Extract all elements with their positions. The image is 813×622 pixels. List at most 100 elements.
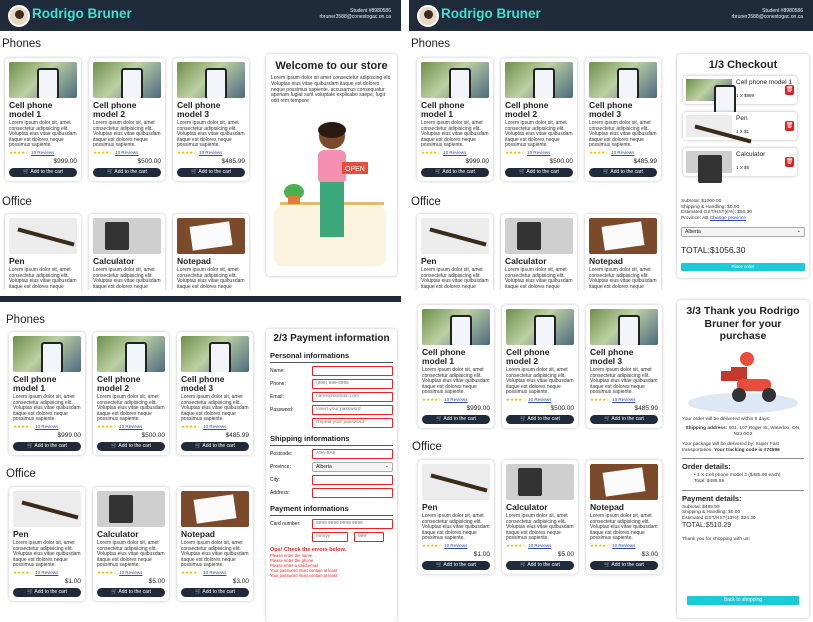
add-to-cart-button[interactable]: 🛒 Add to the cart (97, 587, 165, 597)
product-image[interactable] (590, 309, 658, 345)
product-image[interactable] (9, 218, 77, 254)
product-title[interactable]: Cell phone model 1 (13, 375, 81, 393)
product-image[interactable] (589, 62, 657, 98)
product-title[interactable]: Cell phone model 1 (421, 101, 489, 119)
reviews-link[interactable]: 10 Reviews (203, 424, 226, 429)
product-image[interactable] (422, 464, 490, 500)
product-image[interactable] (421, 62, 489, 98)
product-title[interactable]: Cell phone model 1 (9, 101, 77, 119)
reviews-link[interactable]: 10 Reviews (527, 150, 550, 155)
add-to-cart-button[interactable]: 🛒 Add to the cart (181, 441, 249, 451)
brand-name[interactable]: Rodrigo Bruner (32, 6, 132, 21)
repeat-password-input[interactable]: Repeat your password (312, 418, 393, 428)
product-title[interactable]: Pen (13, 530, 81, 539)
reviews-link[interactable]: 10 Reviews (443, 150, 466, 155)
product-image[interactable] (13, 491, 81, 527)
product-title[interactable]: Cell phone model 3 (590, 348, 658, 366)
change-province-link[interactable]: Change province (710, 216, 746, 221)
product-image[interactable] (506, 309, 574, 345)
add-to-cart-button[interactable]: 🛒 Add to the cart (421, 167, 489, 177)
product-image[interactable] (13, 336, 81, 372)
add-to-cart-button[interactable]: 🛒 Add to the cart (506, 560, 574, 570)
product-image[interactable] (590, 464, 658, 500)
address-input[interactable] (312, 488, 393, 498)
city-input[interactable] (312, 475, 393, 485)
product-image[interactable] (181, 336, 249, 372)
product-title[interactable]: Calculator (97, 530, 165, 539)
product-image[interactable] (505, 218, 573, 254)
brand-name[interactable]: Rodrigo Bruner (441, 6, 541, 21)
reviews-link[interactable]: 10 Reviews (203, 570, 226, 575)
add-to-cart-button[interactable]: 🛒 Add to the cart (13, 587, 81, 597)
add-to-cart-button[interactable]: 🛒 Add to the cart (13, 441, 81, 451)
reviews-link[interactable]: 10 Reviews (528, 543, 551, 548)
name-input[interactable] (312, 366, 393, 376)
product-title[interactable]: Cell phone model 1 (422, 348, 490, 366)
product-title[interactable]: Calculator (506, 503, 574, 512)
product-image[interactable] (93, 218, 161, 254)
cvv-input[interactable]: 999 (354, 532, 384, 542)
product-title[interactable]: Notepad (590, 503, 658, 512)
product-image[interactable] (93, 62, 161, 98)
product-image[interactable] (421, 218, 489, 254)
product-image[interactable] (422, 309, 490, 345)
product-title[interactable]: Notepad (589, 257, 657, 266)
reviews-link[interactable]: 10 Reviews (444, 397, 467, 402)
reviews-link[interactable]: 10 Reviews (119, 424, 142, 429)
email-input[interactable]: name@domain.com (312, 392, 393, 402)
add-to-cart-button[interactable]: 🛒 Add to the cart (589, 167, 657, 177)
product-title[interactable]: Cell phone model 3 (589, 101, 657, 119)
product-image[interactable] (181, 491, 249, 527)
reviews-link[interactable]: 10 Reviews (612, 543, 635, 548)
trash-icon[interactable]: 🗑 (785, 85, 794, 95)
phone-input[interactable]: (999) 999-9999 (312, 379, 393, 389)
expiry-input[interactable]: mm/yy (312, 532, 348, 542)
add-to-cart-button[interactable]: 🛒 Add to the cart (590, 560, 658, 570)
add-to-cart-button[interactable]: 🛒 Add to the cart (506, 414, 574, 424)
reviews-link[interactable]: 10 Reviews (199, 150, 222, 155)
product-title[interactable]: Cell phone model 3 (181, 375, 249, 393)
reviews-link[interactable]: 10 Reviews (35, 570, 58, 575)
add-to-cart-button[interactable]: 🛒 Add to the cart (181, 587, 249, 597)
add-to-cart-button[interactable]: 🛒 Add to the cart (177, 167, 245, 177)
add-to-cart-button[interactable]: 🛒 Add to the cart (422, 560, 490, 570)
product-title[interactable]: Cell phone model 2 (93, 101, 161, 119)
product-title[interactable]: Pen (422, 503, 490, 512)
reviews-link[interactable]: 10 Reviews (528, 397, 551, 402)
trash-icon[interactable]: 🗑 (785, 157, 794, 167)
product-image[interactable] (9, 62, 77, 98)
product-image[interactable] (177, 218, 245, 254)
password-input[interactable]: Insert your password (312, 405, 393, 415)
trash-icon[interactable]: 🗑 (785, 121, 794, 131)
product-image[interactable] (505, 62, 573, 98)
product-title[interactable]: Cell phone model 2 (97, 375, 165, 393)
reviews-link[interactable]: 10 Reviews (444, 543, 467, 548)
product-title[interactable]: Calculator (93, 257, 161, 266)
add-to-cart-button[interactable]: 🛒 Add to the cart (590, 414, 658, 424)
reviews-link[interactable]: 10 Reviews (115, 150, 138, 155)
product-title[interactable]: Cell phone model 2 (505, 101, 573, 119)
postcode-input[interactable]: A9A-9A9 (312, 449, 393, 459)
add-to-cart-button[interactable]: 🛒 Add to the cart (97, 441, 165, 451)
product-title[interactable]: Calculator (505, 257, 573, 266)
reviews-link[interactable]: 10 Reviews (35, 424, 58, 429)
product-title[interactable]: Cell phone model 3 (177, 101, 245, 119)
product-image[interactable] (97, 491, 165, 527)
product-title[interactable]: Cell phone model 2 (506, 348, 574, 366)
card-input[interactable]: 9999 9999 9999 9999 (312, 519, 393, 529)
product-image[interactable] (589, 218, 657, 254)
product-title[interactable]: Pen (421, 257, 489, 266)
reviews-link[interactable]: 10 Reviews (119, 570, 142, 575)
product-title[interactable]: Notepad (177, 257, 245, 266)
product-image[interactable] (97, 336, 165, 372)
add-to-cart-button[interactable]: 🛒 Add to the cart (505, 167, 573, 177)
add-to-cart-button[interactable]: 🛒 Add to the cart (93, 167, 161, 177)
reviews-link[interactable]: 10 Reviews (611, 150, 634, 155)
place-order-button[interactable]: Place order (681, 263, 805, 271)
add-to-cart-button[interactable]: 🛒 Add to the cart (422, 414, 490, 424)
product-title[interactable]: Pen (9, 257, 77, 266)
back-to-shopping-button[interactable]: Back to shopping (687, 596, 799, 605)
product-image[interactable] (177, 62, 245, 98)
add-to-cart-button[interactable]: 🛒 Add to the cart (9, 167, 77, 177)
reviews-link[interactable]: 10 Reviews (31, 150, 54, 155)
